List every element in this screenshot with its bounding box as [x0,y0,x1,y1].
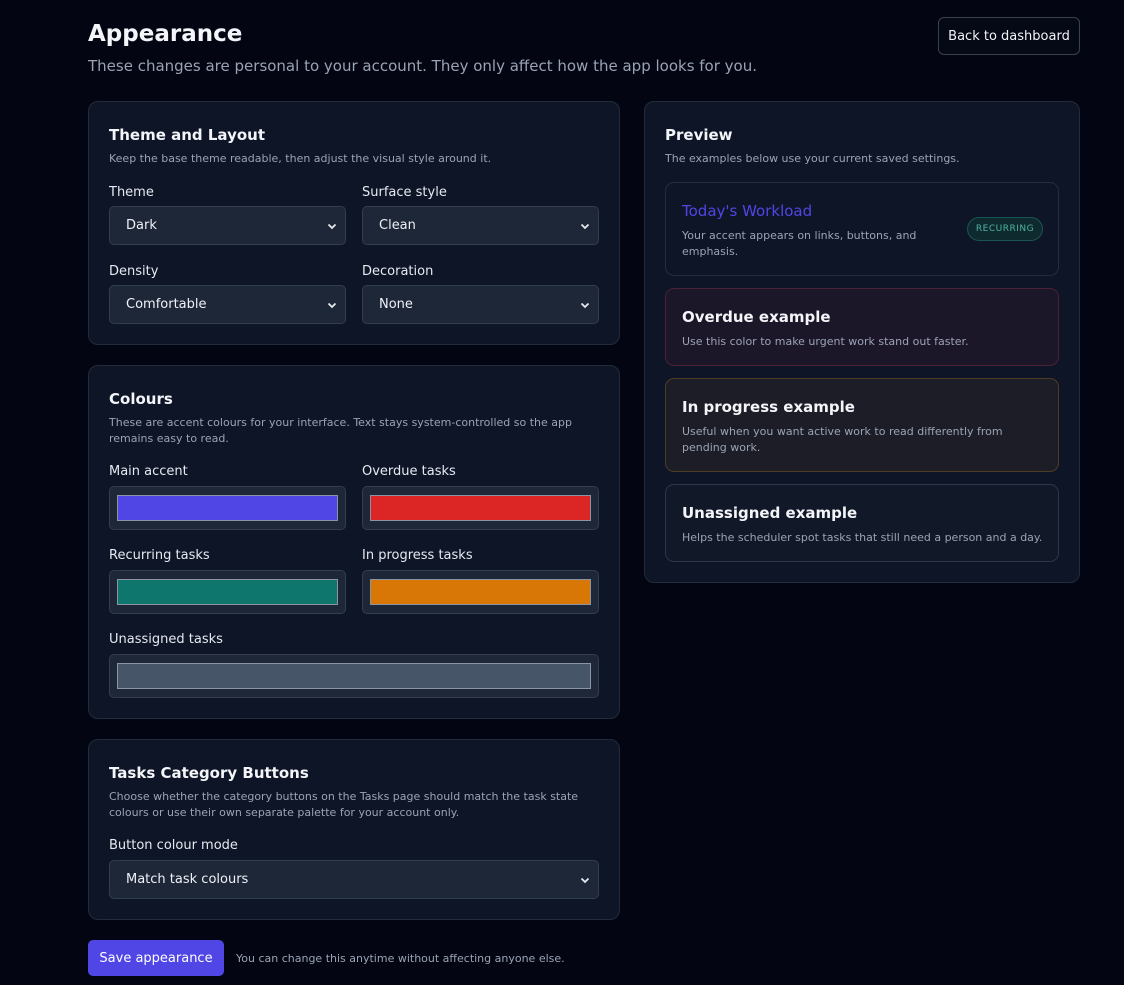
overdue-tasks-label: Overdue tasks [362,464,456,479]
theme-select[interactable]: Dark [109,206,346,245]
button-colour-mode-select[interactable]: Match task colours [109,860,599,899]
overdue-color-picker[interactable] [362,486,599,530]
theme-select-value: Dark [126,218,157,233]
theme-label: Theme [109,185,154,200]
page-title: Appearance [88,21,243,47]
chevron-down-icon [580,877,590,883]
colours-title: Colours [109,390,173,408]
theme-layout-card: Theme and Layout Keep the base theme rea… [88,101,620,345]
overdue-preview: Overdue example Use this color to make u… [665,288,1059,366]
page-subtitle: These changes are personal to your accou… [88,57,757,75]
surface-style-label: Surface style [362,185,447,200]
in-progress-color-picker[interactable] [362,570,599,614]
density-select[interactable]: Comfortable [109,285,346,324]
unassigned-color-picker[interactable] [109,654,599,698]
main-accent-label: Main accent [109,464,188,479]
unassigned-preview: Unassigned example Helps the scheduler s… [665,484,1059,562]
overdue-example-title: Overdue example [682,308,831,326]
workload-description: Your accent appears on links, buttons, a… [682,229,917,258]
in-progress-tasks-label: In progress tasks [362,548,473,563]
decoration-label: Decoration [362,264,434,279]
recurring-color-picker[interactable] [109,570,346,614]
chevron-down-icon [327,223,337,229]
colours-card: Colours These are accent colours for you… [88,365,620,719]
unassigned-tasks-label: Unassigned tasks [109,632,223,647]
in-progress-swatch [370,579,591,605]
category-buttons-description: Choose whether the category buttons on t… [109,790,579,819]
preview-description: The examples below use your current save… [665,152,960,165]
density-label: Density [109,264,159,279]
preview-card: Preview The examples below use your curr… [644,101,1080,583]
decoration-select[interactable]: None [362,285,599,324]
workload-title: Today's Workload [682,202,813,220]
back-to-dashboard-button[interactable]: Back to dashboard [938,17,1080,55]
button-colour-mode-value: Match task colours [126,872,249,887]
colours-description: These are accent colours for your interf… [109,416,572,445]
main-accent-color-picker[interactable] [109,486,346,530]
theme-layout-title: Theme and Layout [109,126,266,144]
chevron-down-icon [327,302,337,308]
recurring-badge: RECURRING [967,217,1043,241]
decoration-select-value: None [379,297,413,312]
unassigned-example-description: Helps the scheduler spot tasks that stil… [682,531,1043,544]
save-note: You can change this anytime without affe… [236,952,565,965]
theme-layout-description: Keep the base theme readable, then adjus… [109,152,492,165]
category-buttons-card: Tasks Category Buttons Choose whether th… [88,739,620,920]
save-appearance-button[interactable]: Save appearance [88,940,224,976]
unassigned-example-title: Unassigned example [682,504,858,522]
recurring-tasks-label: Recurring tasks [109,548,210,563]
preview-title: Preview [665,126,733,144]
surface-style-select-value: Clean [379,218,416,233]
recurring-swatch [117,579,338,605]
overdue-example-description: Use this color to make urgent work stand… [682,335,969,348]
chevron-down-icon [580,302,590,308]
main-accent-swatch [117,495,338,521]
in-progress-example-description: Useful when you want active work to read… [682,425,1003,454]
in-progress-example-title: In progress example [682,398,855,416]
category-buttons-title: Tasks Category Buttons [109,764,309,782]
overdue-swatch [370,495,591,521]
unassigned-swatch [117,663,591,689]
in-progress-preview: In progress example Useful when you want… [665,378,1059,472]
density-select-value: Comfortable [126,297,207,312]
button-colour-mode-label: Button colour mode [109,838,238,853]
workload-preview: Today's Workload Your accent appears on … [665,182,1059,276]
chevron-down-icon [580,223,590,229]
surface-style-select[interactable]: Clean [362,206,599,245]
